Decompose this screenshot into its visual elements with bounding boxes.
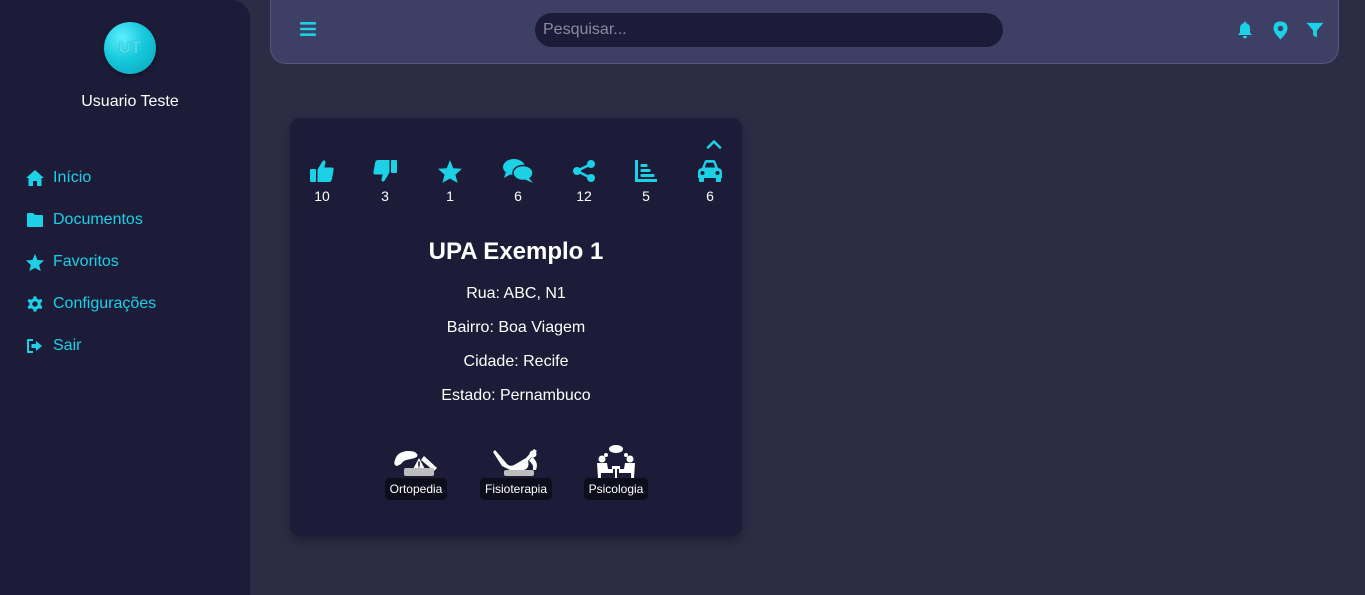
stat-count: 5 xyxy=(642,188,650,204)
menu-icon[interactable] xyxy=(299,20,319,40)
sidebar-item-sair[interactable]: Sair xyxy=(25,325,156,367)
card-title: UPA Exemplo 1 xyxy=(428,238,604,265)
stat-chart[interactable]: 5 xyxy=(626,158,666,204)
thumbs-up-icon xyxy=(302,158,342,184)
sidebar-item-inicio[interactable]: Início xyxy=(25,157,156,199)
specialty-label: Fisioterapia xyxy=(479,478,553,500)
address-bairro: Bairro: Boa Viagem xyxy=(446,319,586,336)
address-cidade: Cidade: Recife xyxy=(463,353,569,370)
stat-count: 6 xyxy=(706,188,714,204)
stat-count: 12 xyxy=(576,188,592,204)
bell-icon[interactable] xyxy=(1236,20,1254,40)
bar-chart-icon xyxy=(626,158,666,184)
sidebar-item-label: Início xyxy=(53,169,92,186)
logout-icon xyxy=(25,336,45,356)
location-pin-icon[interactable] xyxy=(1271,20,1289,40)
specialty-label: Psicologia xyxy=(583,478,649,500)
chevron-up-icon[interactable] xyxy=(706,136,724,150)
stat-comments[interactable]: 6 xyxy=(498,158,538,204)
specialty-psicologia[interactable]: Psicologia xyxy=(583,444,649,500)
star-icon xyxy=(25,252,45,272)
psychology-icon xyxy=(583,444,649,480)
stat-count: 3 xyxy=(381,188,389,204)
location-card: 10 3 1 6 12 5 6 UPA Exemplo 1 Rua: ABC, … xyxy=(290,118,742,536)
user-name: Usuario Teste xyxy=(81,93,179,110)
stat-count: 1 xyxy=(446,188,454,204)
thumbs-down-icon xyxy=(365,158,405,184)
sidebar-item-label: Favoritos xyxy=(53,253,119,270)
top-icons xyxy=(1219,20,1324,40)
avatar-initials: UT xyxy=(118,38,142,57)
specialty-label: Ortopedia xyxy=(384,478,448,500)
car-icon xyxy=(690,158,730,184)
specialty-ortopedia[interactable]: Ortopedia xyxy=(384,444,448,500)
sidebar-item-configuracoes[interactable]: Configurações xyxy=(25,283,156,325)
sidebar-item-documentos[interactable]: Documentos xyxy=(25,199,156,241)
filter-icon[interactable] xyxy=(1306,20,1324,40)
sidebar-nav: Início Documentos Favoritos Configuraçõe… xyxy=(25,157,156,367)
stat-dislikes[interactable]: 3 xyxy=(365,158,405,204)
share-icon xyxy=(564,158,604,184)
stat-likes[interactable]: 10 xyxy=(302,158,342,204)
physiotherapy-icon xyxy=(479,444,553,480)
stat-count: 6 xyxy=(514,188,522,204)
avatar[interactable]: UT xyxy=(104,22,156,74)
top-bar xyxy=(270,0,1339,64)
address-estado: Estado: Pernambuco xyxy=(441,387,591,404)
star-icon xyxy=(430,158,470,184)
home-icon xyxy=(25,168,45,188)
stat-vehicles[interactable]: 6 xyxy=(690,158,730,204)
sidebar-item-label: Sair xyxy=(53,337,82,354)
sidebar-item-label: Documentos xyxy=(53,211,143,228)
sidebar: UT Usuario Teste Início Documentos Favor… xyxy=(0,0,250,595)
stat-shares[interactable]: 12 xyxy=(564,158,604,204)
comments-icon xyxy=(498,158,538,184)
stat-favorites[interactable]: 1 xyxy=(430,158,470,204)
specialty-fisioterapia[interactable]: Fisioterapia xyxy=(479,444,553,500)
stat-count: 10 xyxy=(314,188,330,204)
orthopedics-icon xyxy=(384,444,448,480)
sidebar-item-favoritos[interactable]: Favoritos xyxy=(25,241,156,283)
gear-icon xyxy=(25,294,45,314)
folder-icon xyxy=(25,210,45,230)
sidebar-item-label: Configurações xyxy=(53,295,157,312)
address-rua: Rua: ABC, N1 xyxy=(466,285,566,302)
search-input[interactable] xyxy=(535,13,1003,47)
